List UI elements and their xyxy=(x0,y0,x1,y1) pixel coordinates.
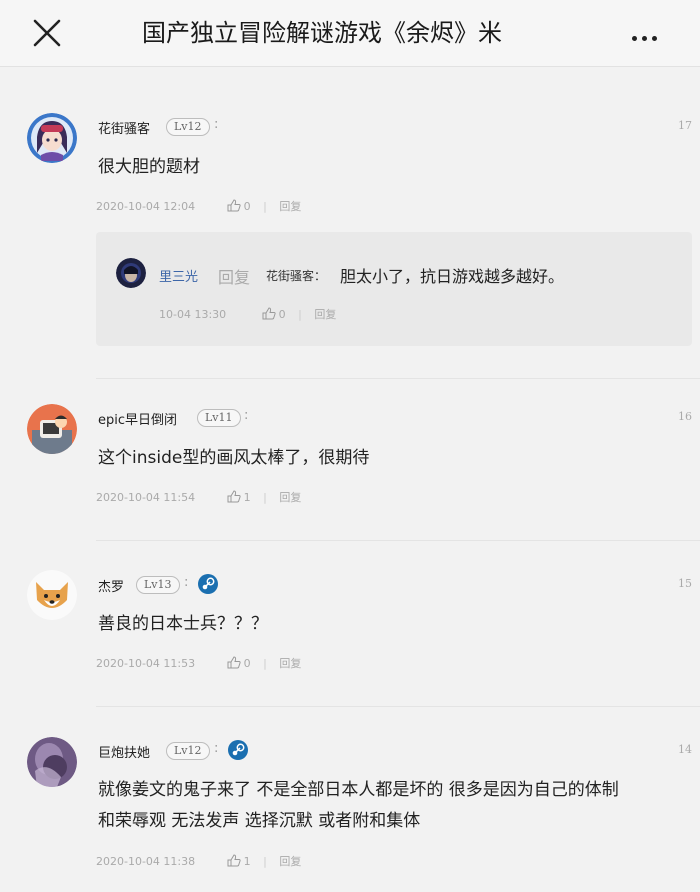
comment-meta: 2020-10-04 11:54 1 | 回复 xyxy=(96,489,301,505)
floor-number: 16 xyxy=(678,410,692,423)
shiba-dog-avatar[interactable] xyxy=(27,570,77,620)
reply-label: 回复 xyxy=(218,268,251,287)
thumbs-up-icon xyxy=(227,199,241,212)
reply-button[interactable]: 回复 xyxy=(279,855,301,868)
level-badge: Lv12 xyxy=(166,118,210,136)
steam-icon xyxy=(198,574,218,594)
purple-avatar[interactable] xyxy=(27,737,77,787)
thumbs-up-icon xyxy=(262,307,276,320)
username[interactable]: 巨炮扶她 xyxy=(98,742,150,761)
divider xyxy=(96,540,700,541)
like-count: 1 xyxy=(243,491,251,504)
comment-meta: 2020-10-04 11:53 0 | 回复 xyxy=(96,655,301,671)
like-count: 1 xyxy=(243,855,251,868)
thumbs-up-icon xyxy=(227,854,241,867)
divider xyxy=(96,378,700,379)
like-button[interactable]: 1 xyxy=(227,854,251,868)
comment-meta: 2020-10-04 12:04 0 | 回复 xyxy=(96,198,301,214)
reply-button[interactable]: 回复 xyxy=(279,491,301,504)
colon-separator: : xyxy=(214,117,219,132)
timestamp: 2020-10-04 11:38 xyxy=(96,855,196,868)
username[interactable]: 花街骚客 xyxy=(98,118,150,137)
comment-text-line-2: 和荣辱观 无法发声 选择沉默 或者附和集体 xyxy=(98,811,421,831)
cartoon-avatar[interactable] xyxy=(27,404,77,454)
level-badge: Lv12 xyxy=(166,742,210,760)
floor-number: 15 xyxy=(678,577,692,590)
username[interactable]: epic早日倒闭 xyxy=(98,409,177,428)
like-count: 0 xyxy=(243,657,251,670)
comment-text: 这个inside型的画风太棒了，很期待 xyxy=(98,448,370,468)
meta-separator: | xyxy=(263,491,267,504)
comment-text-line-1: 就像姜文的鬼子来了 不是全部日本人都是坏的 很多是因为自己的体制 xyxy=(98,780,619,800)
reply-avatar[interactable] xyxy=(116,258,146,288)
more-options-icon[interactable] xyxy=(632,26,672,41)
floor-number: 14 xyxy=(678,743,692,756)
reply-timestamp: 10-04 13:30 xyxy=(159,308,227,321)
close-icon[interactable] xyxy=(28,14,66,52)
like-button[interactable]: 0 xyxy=(227,199,251,213)
thumbs-up-icon xyxy=(227,656,241,669)
page-title: 国产独立冒险解谜游戏《余烬》米 xyxy=(142,19,502,47)
reply-box: 里三光 回复 花街骚客： 胆太小了，抗日游戏越多越好。 10-04 13:30 … xyxy=(96,232,692,346)
divider xyxy=(96,706,700,707)
timestamp: 2020-10-04 12:04 xyxy=(96,200,196,213)
meta-separator: | xyxy=(263,657,267,670)
comment-text: 善良的日本士兵？？？ xyxy=(98,614,268,634)
username[interactable]: 杰罗 xyxy=(98,576,124,595)
reply-button[interactable]: 回复 xyxy=(279,657,301,670)
reply-reply-button[interactable]: 回复 xyxy=(314,308,336,321)
colon-separator: : xyxy=(184,575,189,590)
steam-icon xyxy=(228,740,248,760)
meta-separator: | xyxy=(263,855,267,868)
level-badge: Lv11 xyxy=(197,409,241,427)
reply-button[interactable]: 回复 xyxy=(279,200,301,213)
reply-like-count: 0 xyxy=(278,308,286,321)
reply-username[interactable]: 里三光 xyxy=(159,266,198,285)
like-button[interactable]: 0 xyxy=(227,656,251,670)
anime-girl-avatar[interactable] xyxy=(27,113,77,163)
reply-text: 胆太小了，抗日游戏越多越好。 xyxy=(340,267,565,286)
like-button[interactable]: 1 xyxy=(227,490,251,504)
meta-separator: | xyxy=(263,200,267,213)
reply-target[interactable]: 花街骚客： xyxy=(266,267,326,284)
colon-separator: : xyxy=(244,408,249,423)
colon-separator: : xyxy=(214,741,219,756)
meta-separator: | xyxy=(298,308,302,321)
timestamp: 2020-10-04 11:54 xyxy=(96,491,196,504)
level-badge: Lv13 xyxy=(136,576,180,594)
comment-meta: 2020-10-04 11:38 1 | 回复 xyxy=(96,853,301,869)
top-bar: 国产独立冒险解谜游戏《余烬》米 xyxy=(0,0,700,67)
reply-meta: 10-04 13:30 0 | 回复 xyxy=(159,306,336,322)
thumbs-up-icon xyxy=(227,490,241,503)
reply-like-button[interactable]: 0 xyxy=(262,307,286,321)
floor-number: 17 xyxy=(678,119,692,132)
timestamp: 2020-10-04 11:53 xyxy=(96,657,196,670)
like-count: 0 xyxy=(243,200,251,213)
title-fade xyxy=(540,14,585,52)
comment-text: 很大胆的题材 xyxy=(98,157,200,177)
